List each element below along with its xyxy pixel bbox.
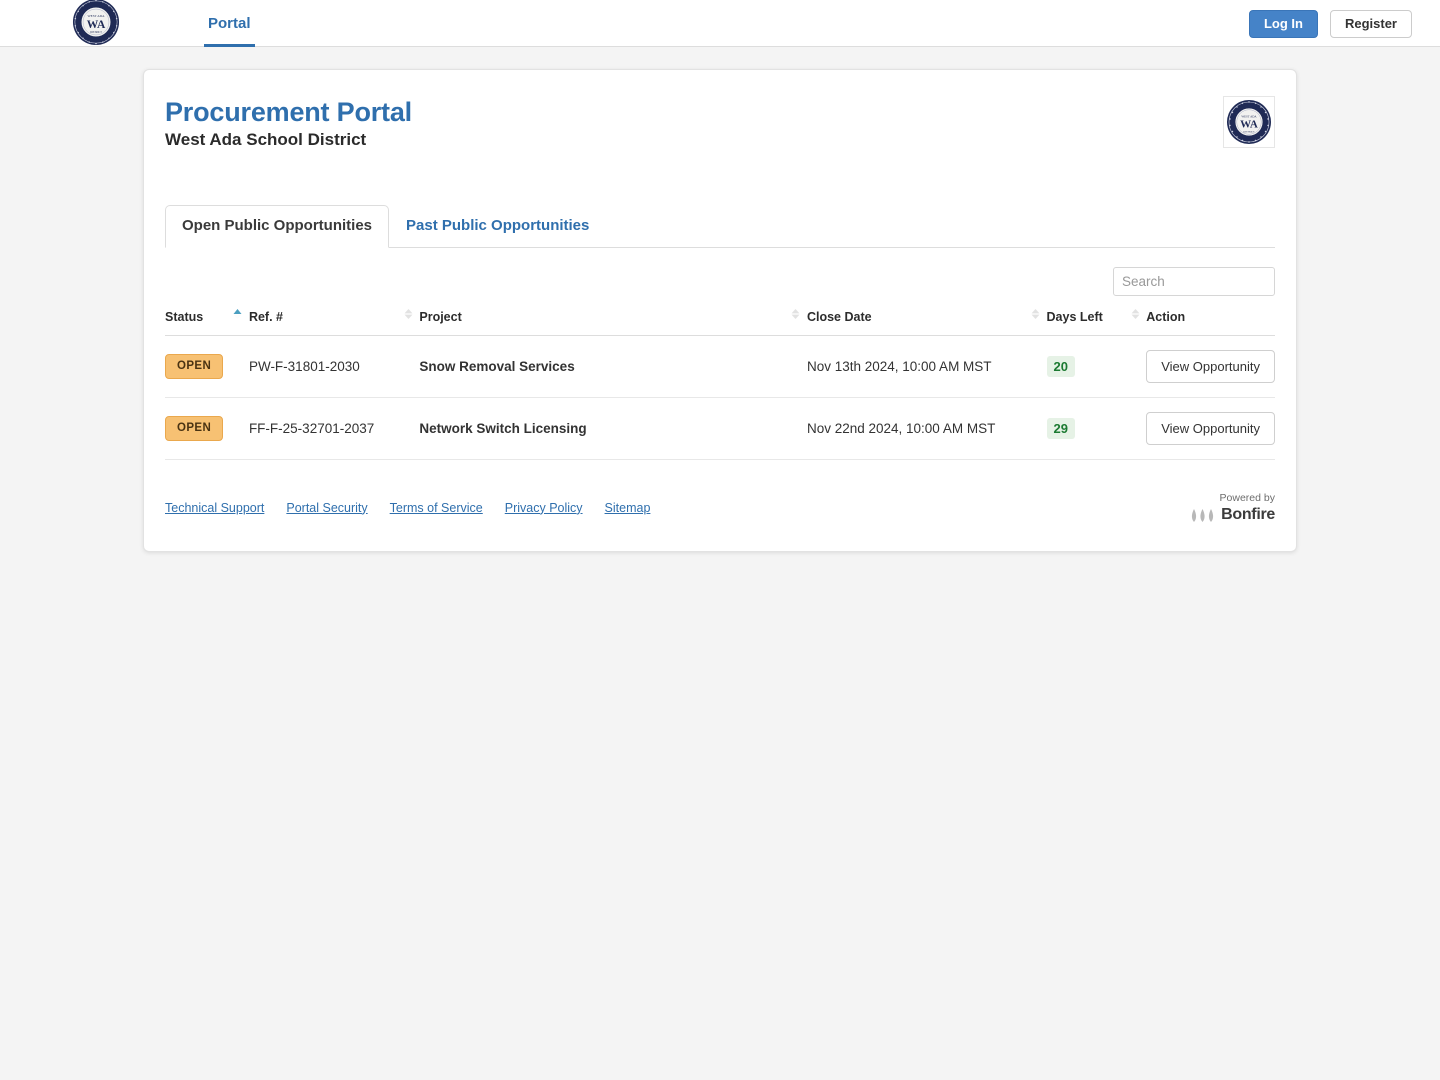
column-header-ref[interactable]: Ref. # [248,307,398,336]
topbar-actions: Log In Register [1248,10,1412,38]
cell-ref: FF-F-25-32701-2037 [248,397,398,460]
bonfire-flames-icon [1191,508,1214,522]
cell-spacer [226,397,249,460]
days-left-badge: 20 [1046,356,1075,377]
opportunity-tabs: Open Public Opportunities Past Public Op… [165,204,1275,248]
table-header: Status Ref. # Project Close Date Days Le… [165,307,1275,336]
cell-spacer [1124,335,1147,398]
sort-none-icon[interactable] [1124,307,1146,321]
view-opportunity-button[interactable]: View Opportunity [1146,412,1275,445]
cell-action: View Opportunity [1146,397,1275,460]
cell-action: View Opportunity [1146,335,1275,398]
sort-control-project[interactable] [784,307,807,336]
sort-none-icon[interactable] [785,307,807,321]
svg-text:WEST ADA: WEST ADA [1241,115,1257,119]
main-nav: Portal [204,0,255,47]
page-title: Procurement Portal [165,97,412,127]
search-row [165,248,1275,296]
cell-spacer [784,335,807,398]
cell-status: OPEN [165,397,227,460]
page-heading-group: Procurement Portal West Ada School Distr… [165,96,412,150]
page-subtitle: West Ada School District [165,130,367,149]
cell-status: OPEN [165,335,227,398]
west-ada-seal-icon: WEST ADA WA DISTRICT [72,0,120,46]
bonfire-logo: Bonfire [1190,505,1275,523]
status-badge: OPEN [165,416,224,441]
table-row: OPEN FF-F-25-32701-2037 Network Switch L… [165,397,1275,460]
tab-open-public-opportunities[interactable]: Open Public Opportunities [165,205,390,248]
sort-none-icon[interactable] [1025,307,1047,321]
table-header-row: Status Ref. # Project Close Date Days Le… [165,307,1275,336]
procurement-portal-card: Procurement Portal West Ada School Distr… [143,69,1297,552]
cell-ref: PW-F-31801-2030 [248,335,398,398]
sort-control-ref[interactable] [397,307,420,336]
sort-control-days-left[interactable] [1124,307,1147,336]
footer-link-privacy-policy[interactable]: Privacy Policy [505,501,583,515]
days-left-badge: 29 [1046,418,1075,439]
top-navigation-bar: WEST ADA WA DISTRICT Portal Log In Regis… [0,0,1440,47]
column-header-days-left[interactable]: Days Left [1046,307,1125,336]
cell-spacer [397,397,420,460]
card-header: Procurement Portal West Ada School Distr… [165,70,1275,150]
sort-ascending-icon[interactable] [227,307,249,321]
log-in-button[interactable]: Log In [1248,10,1318,38]
svg-text:WEST ADA: WEST ADA [87,14,105,18]
cell-spacer [226,335,249,398]
tab-past-public-opportunities[interactable]: Past Public Opportunities [389,205,606,248]
svg-text:DISTRICT: DISTRICT [1243,130,1255,133]
cell-close-date: Nov 22nd 2024, 10:00 AM MST [806,397,1025,460]
register-button[interactable]: Register [1329,10,1412,38]
svg-text:WA: WA [87,19,106,31]
cell-days-left: 20 [1046,335,1125,398]
nav-item-portal[interactable]: Portal [204,0,255,47]
cell-spacer [784,397,807,460]
search-input[interactable] [1113,267,1275,296]
cell-spacer [1024,397,1047,460]
footer-links: Technical Support Portal Security Terms … [165,501,650,515]
card-footer: Technical Support Portal Security Terms … [165,460,1275,551]
column-header-close-date[interactable]: Close Date [806,307,1025,336]
table-row: OPEN PW-F-31801-2030 Snow Removal Servic… [165,335,1275,398]
powered-by-label: Powered by [1219,492,1275,504]
svg-text:WA: WA [1240,119,1258,131]
svg-text:DISTRICT: DISTRICT [90,31,102,34]
footer-link-technical-support[interactable]: Technical Support [165,501,264,515]
west-ada-seal-icon: WEST ADA WA DISTRICT [1227,100,1271,144]
cell-days-left: 29 [1046,397,1125,460]
opportunities-table: Status Ref. # Project Close Date Days Le… [165,307,1275,460]
bonfire-wordmark: Bonfire [1221,505,1275,523]
cell-spacer [397,335,420,398]
cell-project: Snow Removal Services [419,335,785,398]
cell-spacer [1124,397,1147,460]
footer-link-portal-security[interactable]: Portal Security [286,501,367,515]
sort-control-status[interactable] [226,307,249,336]
footer-link-terms-of-service[interactable]: Terms of Service [390,501,483,515]
cell-close-date: Nov 13th 2024, 10:00 AM MST [806,335,1025,398]
column-header-action: Action [1146,307,1275,336]
sort-control-close-date[interactable] [1024,307,1047,336]
table-body: OPEN PW-F-31801-2030 Snow Removal Servic… [165,335,1275,460]
column-header-project[interactable]: Project [419,307,785,336]
cell-spacer [1024,335,1047,398]
status-badge: OPEN [165,354,224,379]
sort-none-icon[interactable] [397,307,419,321]
organization-seal: WEST ADA WA DISTRICT [1223,96,1275,148]
view-opportunity-button[interactable]: View Opportunity [1146,350,1275,383]
column-header-status[interactable]: Status [165,307,227,336]
cell-project: Network Switch Licensing [419,397,785,460]
powered-by-bonfire: Powered by Bonfire [1190,493,1275,523]
west-ada-seal-icon[interactable]: WEST ADA WA DISTRICT [72,0,120,46]
footer-link-sitemap[interactable]: Sitemap [605,501,651,515]
